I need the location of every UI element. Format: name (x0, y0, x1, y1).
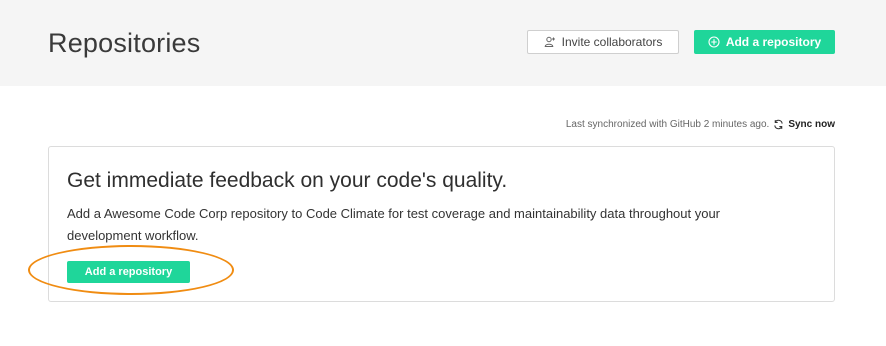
add-repository-header-label: Add a repository (725, 35, 822, 49)
sync-status: Last synchronized with GitHub 2 minutes … (566, 117, 835, 131)
sync-status-text: Last synchronized with GitHub 2 minutes … (565, 118, 770, 130)
plus-circle-icon (708, 36, 720, 48)
empty-state-card: Get immediate feedback on your code's qu… (48, 146, 835, 302)
user-add-icon (544, 36, 556, 48)
page-title: Repositories (48, 28, 201, 58)
page-header: Repositories Invite collaborators Add a … (0, 0, 886, 86)
invite-collaborators-label: Invite collaborators (561, 35, 663, 49)
refresh-icon (773, 119, 784, 130)
empty-state-title: Get immediate feedback on your code's qu… (67, 169, 508, 192)
invite-collaborators-button[interactable]: Invite collaborators (527, 30, 679, 54)
add-repository-header-button[interactable]: Add a repository (694, 30, 835, 54)
sync-now-link[interactable]: Sync now (773, 119, 835, 130)
sync-now-label: Sync now (788, 118, 835, 130)
empty-state-description: Add a Awesome Code Corp repository to Co… (67, 206, 721, 243)
add-repository-button[interactable]: Add a repository (67, 261, 190, 283)
